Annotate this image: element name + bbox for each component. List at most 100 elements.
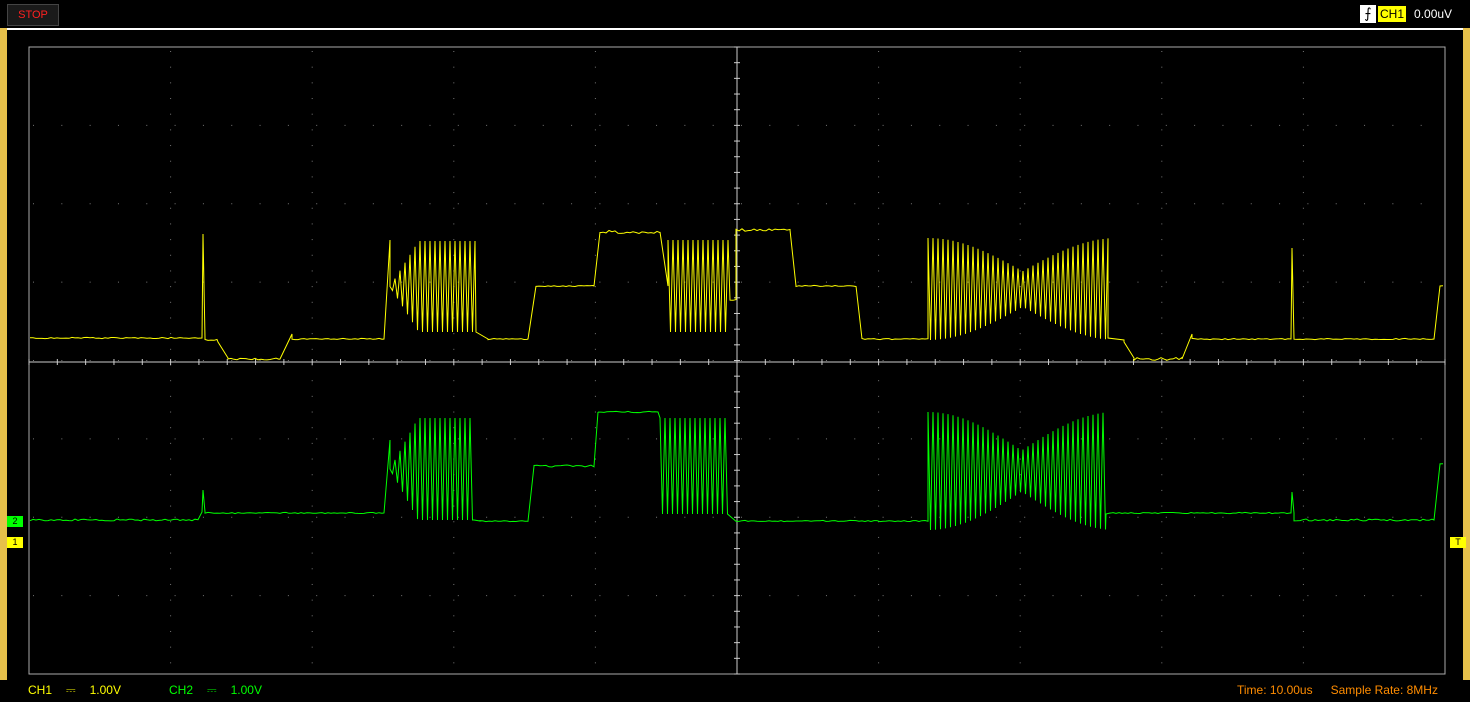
grid-dot — [656, 203, 657, 204]
grid-dot — [1307, 203, 1308, 204]
grid-dot — [1364, 438, 1365, 439]
grid-dot — [1251, 360, 1252, 361]
grid-dot — [798, 595, 799, 596]
grid-dot — [1364, 125, 1365, 126]
grid-dot — [170, 161, 171, 162]
grid-dot — [769, 517, 770, 518]
grid-dot — [1161, 317, 1162, 318]
grid-dot — [878, 270, 879, 271]
grid-dot — [599, 125, 600, 126]
grid-dot — [312, 239, 313, 240]
timebase-readout: Time: 10.00us Sample Rate: 8MHz — [1237, 682, 1438, 698]
grid-dot — [1194, 438, 1195, 439]
grid-dot — [1421, 360, 1422, 361]
grid-dot — [878, 459, 879, 460]
grid-dot — [1161, 380, 1162, 381]
grid-dot — [878, 176, 879, 177]
grid-dot — [170, 145, 171, 146]
grid-dot — [453, 176, 454, 177]
grid-dot — [175, 360, 176, 361]
grid-dot — [1137, 438, 1138, 439]
grid-dot — [599, 438, 600, 439]
grid-dot — [599, 282, 600, 283]
grid-dot — [878, 333, 879, 334]
grid-dot — [595, 427, 596, 428]
grid-dot — [312, 459, 313, 460]
grid-dot — [458, 438, 459, 439]
grid-dot — [595, 82, 596, 83]
grid-dot — [1020, 270, 1021, 271]
grid-dot — [1303, 615, 1304, 616]
grid-dot — [878, 82, 879, 83]
grid-dot — [453, 161, 454, 162]
grid-dot — [878, 192, 879, 193]
grid-dot — [170, 631, 171, 632]
grid-dot — [878, 317, 879, 318]
grid-dot — [878, 51, 879, 52]
grid-dot — [878, 506, 879, 507]
grid-dot — [1020, 51, 1021, 52]
grid-dot — [883, 282, 884, 283]
grid-dot — [1194, 203, 1195, 204]
grid-dot — [1161, 521, 1162, 522]
grid-dot — [118, 203, 119, 204]
grid-dot — [1020, 584, 1021, 585]
ch2-offset-marker[interactable]: 2 — [7, 516, 23, 527]
grid-dot — [1161, 443, 1162, 444]
grid-dot — [713, 125, 714, 126]
grid-dot — [798, 360, 799, 361]
grid-dot — [1303, 161, 1304, 162]
grid-dot — [170, 67, 171, 68]
grid-dot — [373, 203, 374, 204]
grid-dot — [170, 192, 171, 193]
grid-dot — [312, 396, 313, 397]
grid-dot — [453, 553, 454, 554]
grid-dot — [373, 438, 374, 439]
grid-dot — [1020, 568, 1021, 569]
grid-dot — [595, 333, 596, 334]
grid-dot — [1303, 631, 1304, 632]
grid-dot — [90, 517, 91, 518]
ch1-readout[interactable]: CH1 ⎓ 1.00V — [28, 682, 121, 698]
grid-dot — [90, 360, 91, 361]
grid-dot — [878, 662, 879, 663]
grid-dot — [769, 438, 770, 439]
grid-dot — [312, 98, 313, 99]
grid-dot — [1303, 223, 1304, 224]
grid-dot — [312, 615, 313, 616]
grid-dot — [453, 82, 454, 83]
grid-dot — [826, 282, 827, 283]
grid-dot — [656, 438, 657, 439]
ch1-offset-marker[interactable]: 1 — [7, 537, 23, 548]
grid-dot — [1020, 255, 1021, 256]
grid-dot — [1137, 125, 1138, 126]
grid-dot — [571, 438, 572, 439]
grid-dot — [1251, 203, 1252, 204]
grid-dot — [741, 125, 742, 126]
grid-dot — [1303, 317, 1304, 318]
grid-dot — [260, 282, 261, 283]
grid-dot — [1024, 282, 1025, 283]
grid-dot — [713, 517, 714, 518]
grid-dot — [911, 595, 912, 596]
grid-dot — [33, 438, 34, 439]
grid-dot — [146, 203, 147, 204]
grid-dot — [1307, 360, 1308, 361]
grid-dot — [170, 51, 171, 52]
grid-dot — [373, 595, 374, 596]
grid-dot — [826, 517, 827, 518]
grid-dot — [429, 125, 430, 126]
ch2-readout[interactable]: CH2 ⎓ 1.00V — [169, 682, 262, 698]
grid-dot — [316, 595, 317, 596]
grid-dot — [170, 98, 171, 99]
grid-dot — [453, 192, 454, 193]
grid-dot — [453, 98, 454, 99]
trigger-level-marker[interactable]: T — [1450, 537, 1466, 548]
grid-dot — [1303, 255, 1304, 256]
grid-dot — [1020, 631, 1021, 632]
grid-dot — [911, 360, 912, 361]
grid-dot — [878, 145, 879, 146]
grid-dot — [453, 506, 454, 507]
grid-dot — [798, 517, 799, 518]
grid-dot — [628, 360, 629, 361]
